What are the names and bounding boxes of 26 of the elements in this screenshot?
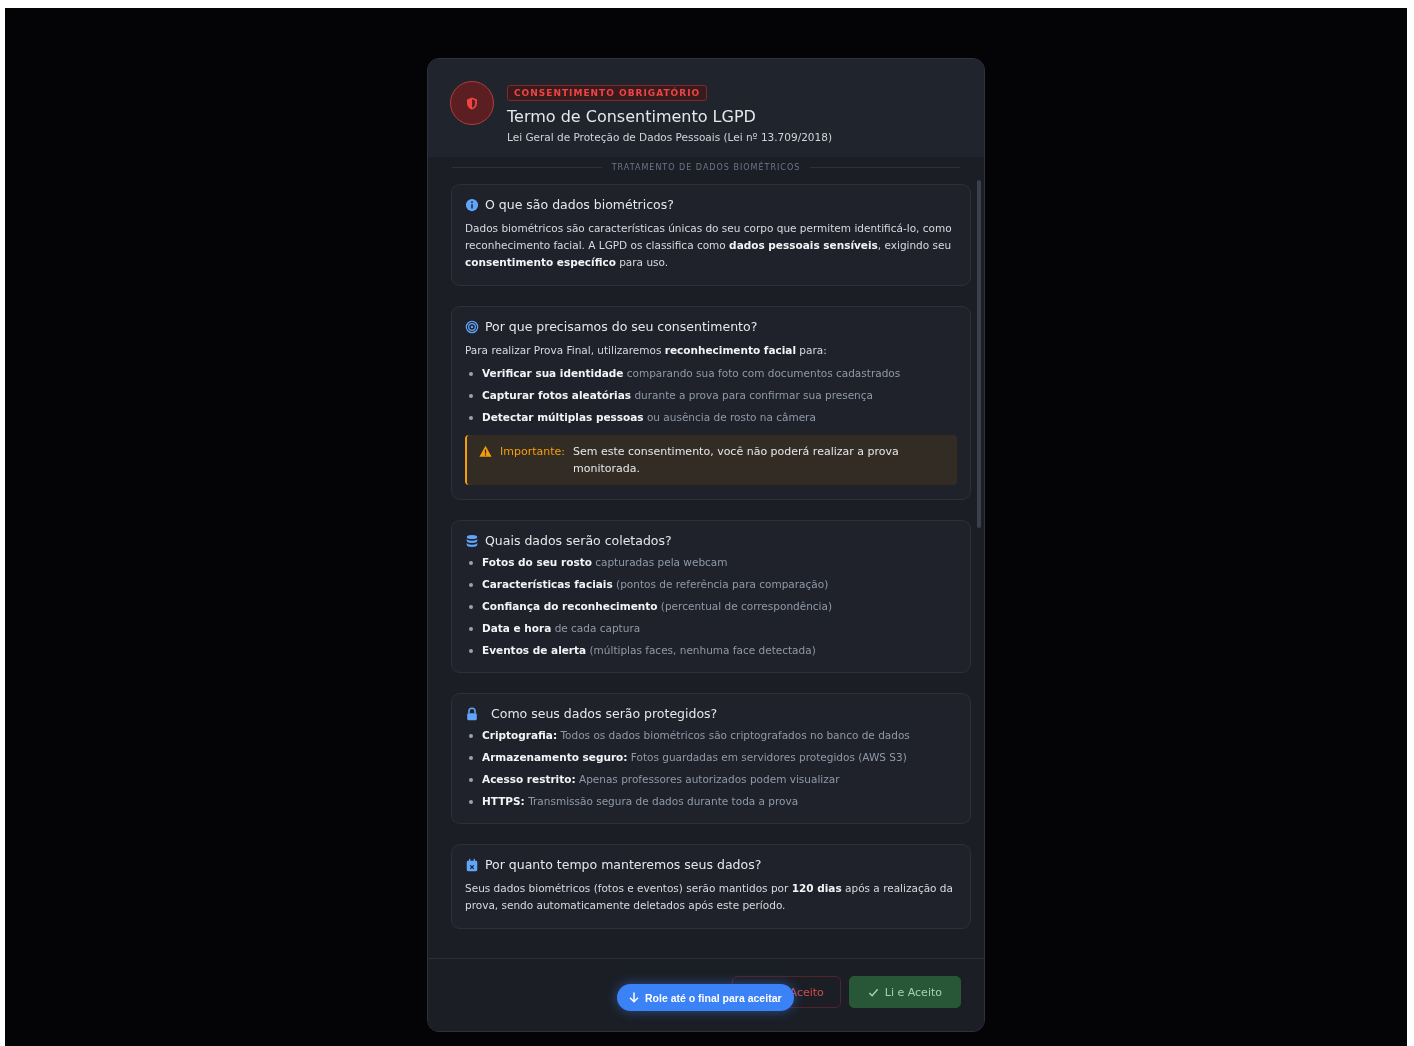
list-item: Acesso restrito: Apenas professores autorizados podem visualizar bbox=[482, 772, 840, 787]
list-item: Eventos de alerta (múltiplas faces, nenhuma face detectada) bbox=[482, 643, 816, 658]
list-item: Criptografia: Todos os dados biométricos são criptografados no banco de dados bbox=[482, 728, 910, 743]
card-paragraph: Para realizar Prova Final, utilizaremos reconhecimento facial para: bbox=[465, 343, 828, 358]
list-item: Armazenamento seguro: Fotos guardadas em servidores protegidos (AWS S3) bbox=[482, 750, 907, 765]
card-title: Por que precisamos do seu consentimento? bbox=[485, 319, 758, 334]
list-item: Detectar múltiplas pessoas ou ausência de rosto na câmera bbox=[482, 410, 816, 425]
card-title: Quais dados serão coletados? bbox=[485, 533, 672, 548]
dialog-subtitle: Lei Geral de Proteção de Dados Pessoais (Lei nº 13.709/2018) bbox=[507, 131, 832, 143]
list-item: Data e hora de cada captura bbox=[482, 621, 641, 636]
required-badge: CONSENTIMENTO OBRIGATÓRIO bbox=[507, 85, 708, 101]
list-item: Fotos do seu rosto capturadas pela webcam bbox=[482, 555, 728, 570]
card-paragraph: Seus dados biométricos (fotos e eventos) serão mantidos por 120 dias após a realização da prova, sendo automaticamente deletados após este período. bbox=[465, 881, 954, 913]
card-title: Por quanto tempo manteremos seus dados? bbox=[485, 857, 762, 872]
list-item: Verificar sua identidade comparando sua foto com documentos cadastrados bbox=[482, 366, 901, 381]
section-divider-label: TRATAMENTO DE DADOS BIOMÉTRICOS bbox=[611, 163, 801, 172]
dialog-title: Termo de Consentimento LGPD bbox=[507, 107, 757, 126]
card-title: Como seus dados serão protegidos? bbox=[491, 706, 718, 721]
list-item: Confiança do reconhecimento (percentual de correspondência) bbox=[482, 599, 833, 614]
list-item: Capturar fotos aleatórias durante a prova para confirmar sua presença bbox=[482, 388, 873, 403]
list-item: Características faciais (pontos de referência para comparação) bbox=[482, 577, 829, 592]
card-paragraph: Dados biométricos são características únicas do seu corpo que permitem identificá-lo, como reconhecimento facial. A LGPD os classifica como dados pessoais sensíveis, exigindo seu consentimento específico para uso. bbox=[465, 221, 953, 270]
list-item: HTTPS: Transmissão segura de dados durante toda a prova bbox=[482, 794, 799, 809]
alert-label: Importante: bbox=[500, 444, 565, 460]
alert-text: Sem este consentimento, você não poderá realizar a prova monitorada. bbox=[573, 444, 900, 477]
card-title: O que são dados biométricos? bbox=[485, 197, 674, 212]
